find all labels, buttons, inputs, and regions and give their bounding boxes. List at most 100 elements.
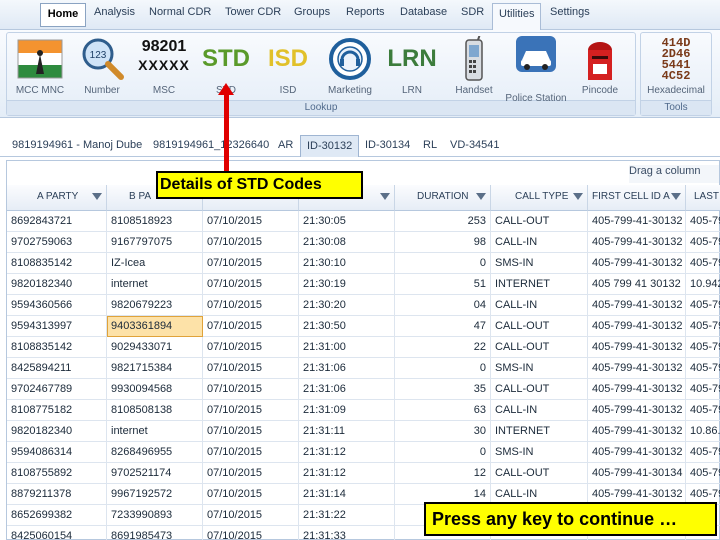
tool-marketing[interactable]: Marketing: [320, 34, 380, 96]
table-row[interactable]: 8692843721 8108518923 07/10/2015 21:30:05 25…: [7, 211, 720, 232]
tab-9819194961-12326640[interactable]: 9819194961_12326640: [153, 135, 269, 157]
cell-call-type[interactable]: SMS-IN: [491, 253, 588, 274]
cell-a-party[interactable]: 8425894211: [7, 358, 107, 379]
cell-first-cell-id[interactable]: 405-799-41-30132: [588, 421, 686, 442]
table-row[interactable]: 8425894211 9821715384 07/10/2015 21:31:06 0 S…: [7, 358, 720, 379]
cell-time[interactable]: 21:30:05: [299, 211, 395, 232]
cell-date[interactable]: 07/10/2015: [203, 379, 299, 400]
cell-duration[interactable]: 0: [395, 442, 491, 463]
cell-b-party[interactable]: 9930094568: [107, 379, 203, 400]
cell-date[interactable]: 07/10/2015: [203, 505, 299, 526]
cell-time[interactable]: 21:31:12: [299, 442, 395, 463]
cell-date[interactable]: 07/10/2015: [203, 211, 299, 232]
cell-date[interactable]: 07/10/2015: [203, 274, 299, 295]
cell-last-cell-id[interactable]: 405-79: [686, 400, 720, 421]
cell-b-party[interactable]: 9167797075: [107, 232, 203, 253]
cell-duration[interactable]: 63: [395, 400, 491, 421]
cell-date[interactable]: 07/10/2015: [203, 253, 299, 274]
tab-manoj-dube[interactable]: 9819194961 - Manoj Dube: [12, 135, 142, 157]
cell-call-type[interactable]: SMS-IN: [491, 358, 588, 379]
cell-time[interactable]: 21:30:08: [299, 232, 395, 253]
tool-handset[interactable]: Handset: [444, 34, 504, 96]
cell-b-party[interactable]: internet: [107, 421, 203, 442]
cell-b-party[interactable]: 8108508138: [107, 400, 203, 421]
cell-call-type[interactable]: CALL-OUT: [491, 379, 588, 400]
menu-settings[interactable]: Settings: [550, 6, 590, 18]
cell-b-party[interactable]: 8268496955: [107, 442, 203, 463]
filter-icon[interactable]: [380, 193, 390, 200]
menu-database[interactable]: Database: [400, 6, 447, 18]
menu-analysis[interactable]: Analysis: [94, 6, 135, 18]
cell-duration[interactable]: 12: [395, 463, 491, 484]
cell-a-party[interactable]: 8108775182: [7, 400, 107, 421]
cell-time[interactable]: 21:30:20: [299, 295, 395, 316]
col-header-first-cell-id[interactable]: FIRST CELL ID A: [588, 185, 686, 211]
menu-reports[interactable]: Reports: [346, 6, 385, 18]
cell-last-cell-id[interactable]: 405-79: [686, 211, 720, 232]
cell-first-cell-id[interactable]: 405-799-41-30132: [588, 358, 686, 379]
cell-a-party[interactable]: 9702467789: [7, 379, 107, 400]
cell-first-cell-id[interactable]: 405-799-41-30134: [588, 463, 686, 484]
cell-first-cell-id[interactable]: 405-799-41-30132: [588, 232, 686, 253]
cell-time[interactable]: 21:31:06: [299, 358, 395, 379]
cell-b-party[interactable]: 8691985473: [107, 526, 203, 540]
menu-home[interactable]: Home: [40, 3, 86, 27]
cell-duration[interactable]: 30: [395, 421, 491, 442]
cell-last-cell-id[interactable]: 405-79: [686, 337, 720, 358]
cell-time[interactable]: 21:31:12: [299, 463, 395, 484]
cell-date[interactable]: 07/10/2015: [203, 295, 299, 316]
cell-a-party[interactable]: 9594360566: [7, 295, 107, 316]
cell-call-type[interactable]: CALL-IN: [491, 232, 588, 253]
tab-id-30134[interactable]: ID-30134: [365, 135, 410, 157]
cell-a-party[interactable]: 8879211378: [7, 484, 107, 505]
tool-police-station[interactable]: Police Station: [505, 34, 567, 104]
menu-tower-cdr[interactable]: Tower CDR: [225, 6, 281, 18]
cell-date[interactable]: 07/10/2015: [203, 526, 299, 540]
cell-date[interactable]: 07/10/2015: [203, 337, 299, 358]
cell-a-party[interactable]: 9702759063: [7, 232, 107, 253]
cell-time[interactable]: 21:31:11: [299, 421, 395, 442]
table-row[interactable]: 9820182340 internet 07/10/2015 21:30:19 51 IN…: [7, 274, 720, 295]
filter-icon[interactable]: [476, 193, 486, 200]
table-row[interactable]: 8108775182 8108508138 07/10/2015 21:31:09 63…: [7, 400, 720, 421]
menu-groups[interactable]: Groups: [294, 6, 330, 18]
cell-last-cell-id[interactable]: 405-79: [686, 295, 720, 316]
cell-date[interactable]: 07/10/2015: [203, 421, 299, 442]
tool-mcc-mnc[interactable]: MCC MNC: [10, 34, 70, 96]
cell-first-cell-id[interactable]: 405-799-41-30132: [588, 337, 686, 358]
cell-date[interactable]: 07/10/2015: [203, 232, 299, 253]
cell-b-party[interactable]: 8108518923: [107, 211, 203, 232]
tab-ar[interactable]: AR: [278, 135, 293, 157]
cell-call-type[interactable]: SMS-IN: [491, 442, 588, 463]
cell-date[interactable]: 07/10/2015: [203, 484, 299, 505]
cell-a-party[interactable]: 9594313997: [7, 316, 107, 337]
cell-time[interactable]: 21:30:10: [299, 253, 395, 274]
cell-duration[interactable]: 0: [395, 358, 491, 379]
cell-b-party[interactable]: 9967192572: [107, 484, 203, 505]
cell-b-party[interactable]: IZ-Icea: [107, 253, 203, 274]
cell-first-cell-id[interactable]: 405-799-41-30132: [588, 295, 686, 316]
cell-first-cell-id[interactable]: 405-799-41-30132: [588, 442, 686, 463]
cell-a-party[interactable]: 8108835142: [7, 337, 107, 358]
cell-call-type[interactable]: CALL-IN: [491, 400, 588, 421]
tab-rl[interactable]: RL: [423, 135, 437, 157]
cell-time[interactable]: 21:31:14: [299, 484, 395, 505]
cell-date[interactable]: 07/10/2015: [203, 316, 299, 337]
menu-utilities[interactable]: Utilities: [492, 3, 542, 31]
cell-b-party[interactable]: 7233990893: [107, 505, 203, 526]
cell-duration[interactable]: 0: [395, 253, 491, 274]
col-header-duration[interactable]: DURATION: [395, 185, 491, 211]
cell-time[interactable]: 21:31:09: [299, 400, 395, 421]
table-row[interactable]: 8108835142 9029433071 07/10/2015 21:31:00 22…: [7, 337, 720, 358]
cell-b-party[interactable]: 9029433071: [107, 337, 203, 358]
cell-call-type[interactable]: CALL-OUT: [491, 337, 588, 358]
table-row[interactable]: 9820182340 internet 07/10/2015 21:31:11 30 IN…: [7, 421, 720, 442]
cell-a-party[interactable]: 8425060154: [7, 526, 107, 540]
cell-date[interactable]: 07/10/2015: [203, 358, 299, 379]
cell-time[interactable]: 21:30:50: [299, 316, 395, 337]
table-row[interactable]: 9702759063 9167797075 07/10/2015 21:30:08 98…: [7, 232, 720, 253]
cell-duration[interactable]: 253: [395, 211, 491, 232]
table-row[interactable]: 8108755892 9702521174 07/10/2015 21:31:12 12…: [7, 463, 720, 484]
cell-b-party[interactable]: 9820679223: [107, 295, 203, 316]
tab-vd-34541[interactable]: VD-34541: [450, 135, 500, 157]
